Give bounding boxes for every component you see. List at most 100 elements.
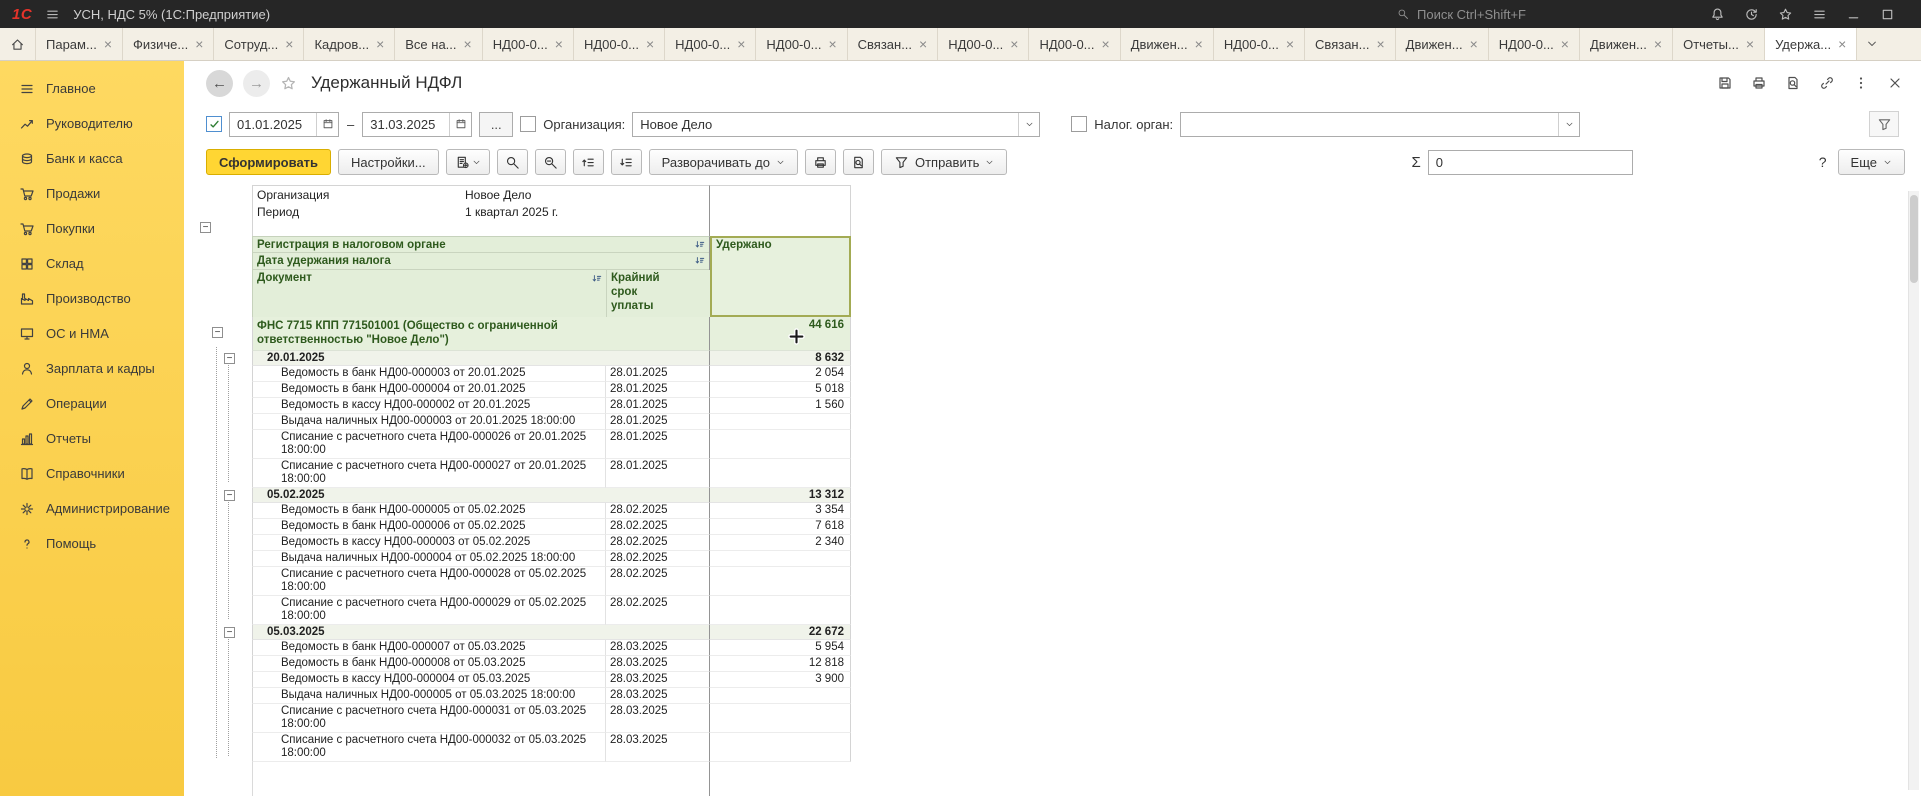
- scrollbar-thumb[interactable]: [1910, 195, 1918, 283]
- document-cell[interactable]: Выдача наличных НД00-000004 от 05.02.202…: [252, 551, 605, 567]
- deadline-cell[interactable]: 28.03.2025: [605, 640, 710, 656]
- deadline-header-cell[interactable]: Крайний срок уплаты: [606, 270, 711, 317]
- printer-icon[interactable]: [1751, 75, 1767, 91]
- amount-cell[interactable]: [710, 596, 851, 625]
- calendar-button[interactable]: [449, 113, 471, 136]
- sidebar-item-help[interactable]: Помощь: [0, 526, 184, 561]
- deadline-cell[interactable]: 28.01.2025: [605, 414, 710, 430]
- tab-11[interactable]: НД00-0...×: [938, 28, 1029, 60]
- sidebar-item-purchases[interactable]: Покупки: [0, 211, 184, 246]
- deadline-cell[interactable]: 28.02.2025: [605, 519, 710, 535]
- tab-19[interactable]: Отчеты...×: [1673, 28, 1765, 60]
- service-menu-icon[interactable]: [1812, 7, 1827, 22]
- amount-cell[interactable]: 2 054: [710, 366, 851, 382]
- group-total-cell[interactable]: 22 672: [710, 625, 851, 640]
- calendar-button[interactable]: [316, 113, 338, 136]
- tax-authority-checkbox[interactable]: [1071, 116, 1087, 132]
- deadline-cell[interactable]: 28.03.2025: [605, 704, 710, 733]
- meta-org-cell[interactable]: Организация Новое Дело: [252, 185, 710, 203]
- date-to-input[interactable]: 31.03.2025: [362, 112, 472, 137]
- sidebar-item-payroll[interactable]: Зарплата и кадры: [0, 351, 184, 386]
- amount-cell[interactable]: [710, 688, 851, 704]
- amount-cell[interactable]: [710, 567, 851, 596]
- forward-button[interactable]: →: [243, 70, 270, 97]
- document-cell[interactable]: Списание с расчетного счета НД00-000029 …: [252, 596, 605, 625]
- tab-16[interactable]: Движен...×: [1396, 28, 1489, 60]
- tab-6[interactable]: НД00-0...×: [483, 28, 574, 60]
- deadline-cell[interactable]: 28.02.2025: [605, 535, 710, 551]
- combo-dropdown-button[interactable]: [1558, 113, 1579, 136]
- amount-cell[interactable]: [710, 430, 851, 459]
- sort-icon[interactable]: [694, 239, 706, 251]
- link-icon[interactable]: [1819, 75, 1835, 91]
- minimize-icon[interactable]: [1846, 7, 1861, 22]
- tab-close-icon[interactable]: ×: [555, 37, 563, 51]
- document-cell[interactable]: Списание с расчетного счета НД00-000032 …: [252, 733, 605, 762]
- tab-close-icon[interactable]: ×: [1654, 37, 1662, 51]
- home-tab[interactable]: [0, 28, 36, 60]
- sidebar-item-manager[interactable]: Руководителю: [0, 106, 184, 141]
- generate-button[interactable]: Сформировать: [206, 149, 331, 175]
- sidebar-item-catalogs[interactable]: Справочники: [0, 456, 184, 491]
- amount-cell[interactable]: [710, 414, 851, 430]
- sidebar-item-warehouse[interactable]: Склад: [0, 246, 184, 281]
- tab-close-icon[interactable]: ×: [104, 37, 112, 51]
- amount-cell[interactable]: 5 018: [710, 382, 851, 398]
- deadline-cell[interactable]: 28.01.2025: [605, 459, 710, 488]
- deadline-cell[interactable]: 28.03.2025: [605, 688, 710, 704]
- collapse-fns-icon[interactable]: −: [212, 327, 223, 338]
- tab-close-icon[interactable]: ×: [195, 37, 203, 51]
- global-search[interactable]: Поиск Ctrl+Shift+F: [1397, 7, 1697, 22]
- tab-close-icon[interactable]: ×: [1470, 37, 1478, 51]
- tab-close-icon[interactable]: ×: [1102, 37, 1110, 51]
- deadline-cell[interactable]: 28.01.2025: [605, 366, 710, 382]
- amount-cell[interactable]: [710, 733, 851, 762]
- tax-authority-combo[interactable]: [1180, 112, 1580, 137]
- autosum-field[interactable]: 0: [1428, 150, 1633, 175]
- document-cell[interactable]: Списание с расчетного счета НД00-000027 …: [252, 459, 605, 488]
- maximize-icon[interactable]: [1880, 7, 1895, 22]
- amount-cell[interactable]: [710, 704, 851, 733]
- amount-cell[interactable]: 5 954: [710, 640, 851, 656]
- sidebar-item-administration[interactable]: Администрирование: [0, 491, 184, 526]
- notifications-icon[interactable]: [1710, 7, 1725, 22]
- more-button[interactable]: Еще: [1838, 149, 1905, 175]
- collapse-all-icon[interactable]: −: [200, 222, 211, 233]
- collapse-group-icon[interactable]: −: [224, 627, 235, 638]
- filter-settings-button[interactable]: [1869, 111, 1899, 137]
- vertical-scrollbar[interactable]: [1908, 191, 1919, 790]
- sidebar-item-operations[interactable]: Операции: [0, 386, 184, 421]
- group-date-cell[interactable]: 20.01.2025: [252, 351, 710, 366]
- sidebar-item-reports[interactable]: Отчеты: [0, 421, 184, 456]
- tab-4[interactable]: Кадров...×: [304, 28, 395, 60]
- tab-close-icon[interactable]: ×: [376, 37, 384, 51]
- favorite-star-icon[interactable]: [280, 75, 297, 92]
- meta-empty-cell[interactable]: [710, 203, 851, 221]
- period-checkbox[interactable]: [206, 116, 222, 132]
- sidebar-item-sales[interactable]: Продажи: [0, 176, 184, 211]
- tab-close-icon[interactable]: ×: [1746, 37, 1754, 51]
- print-button[interactable]: [805, 149, 836, 175]
- tab-18[interactable]: Движен...×: [1580, 28, 1673, 60]
- document-cell[interactable]: Списание с расчетного счета НД00-000031 …: [252, 704, 605, 733]
- deadline-cell[interactable]: 28.02.2025: [605, 567, 710, 596]
- date-from-input[interactable]: 01.01.2025: [229, 112, 339, 137]
- withheld-header-cell-selected[interactable]: Удержано: [710, 236, 851, 317]
- sidebar-item-main[interactable]: Главное: [0, 71, 184, 106]
- tab-close-icon[interactable]: ×: [646, 37, 654, 51]
- meta-period-cell[interactable]: Период 1 квартал 2025 г.: [252, 203, 710, 221]
- tab-1[interactable]: Парам...×: [36, 28, 123, 60]
- help-button[interactable]: ?: [1815, 154, 1831, 170]
- tab-10[interactable]: Связан...×: [848, 28, 939, 60]
- amount-cell[interactable]: 7 618: [710, 519, 851, 535]
- deadline-cell[interactable]: 28.02.2025: [605, 551, 710, 567]
- main-menu-icon[interactable]: [45, 7, 60, 22]
- tab-8[interactable]: НД00-0...×: [665, 28, 756, 60]
- deadline-cell[interactable]: 28.03.2025: [605, 733, 710, 762]
- document-cell[interactable]: Ведомость в банк НД00-000003 от 20.01.20…: [252, 366, 605, 382]
- sidebar-item-production[interactable]: Производство: [0, 281, 184, 316]
- deadline-cell[interactable]: 28.01.2025: [605, 430, 710, 459]
- document-cell[interactable]: Списание с расчетного счета НД00-000026 …: [252, 430, 605, 459]
- expand-to-button[interactable]: Разворачивать до: [649, 149, 798, 175]
- tab-15[interactable]: Связан...×: [1305, 28, 1396, 60]
